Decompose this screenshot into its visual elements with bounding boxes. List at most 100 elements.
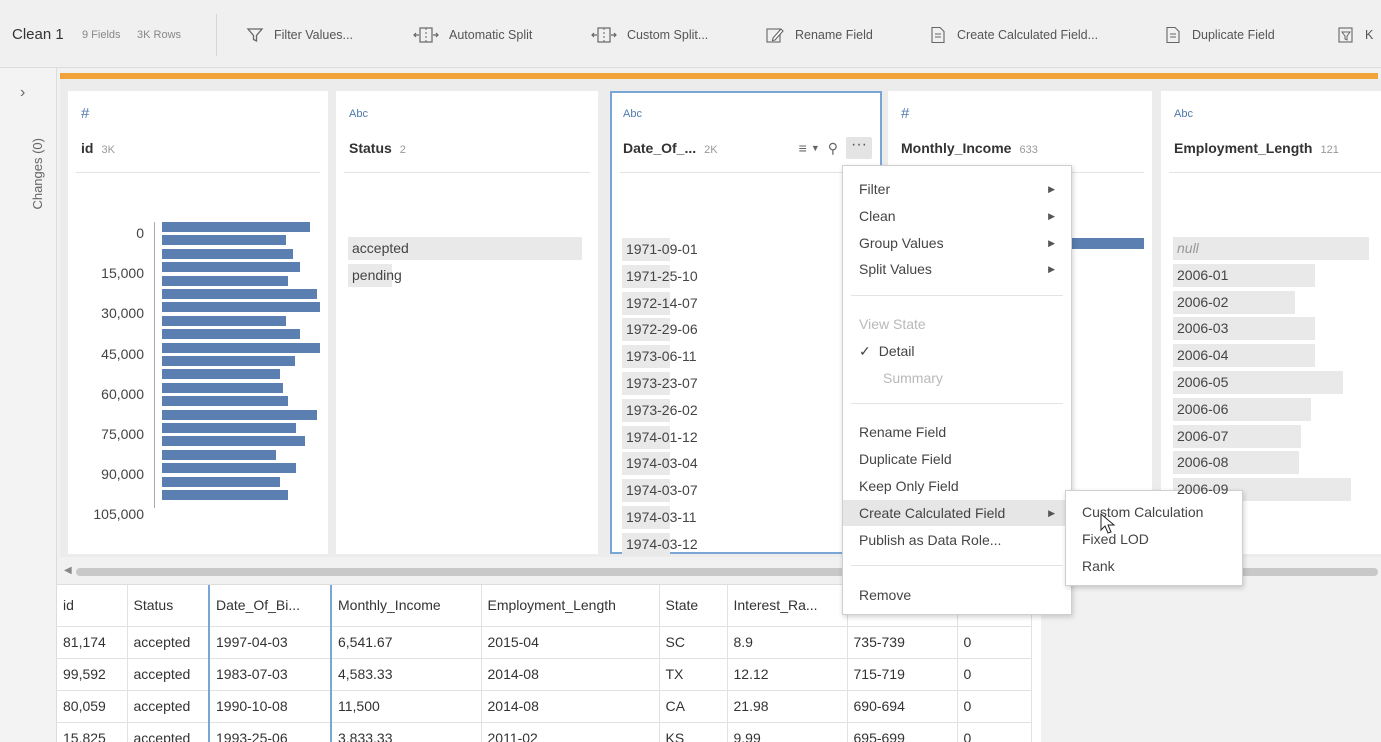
value-row[interactable]: 2006-03 (1173, 317, 1381, 341)
value-row[interactable]: pending (348, 263, 568, 287)
grid-cell[interactable]: accepted (127, 690, 210, 723)
value-row[interactable]: 1974-03-12 (622, 532, 842, 556)
histogram-bar[interactable] (162, 262, 300, 273)
more-options-button[interactable]: ··· (846, 137, 872, 159)
value-row[interactable]: 2006-02 (1173, 290, 1381, 314)
grid-cell[interactable]: 2014-08 (481, 658, 660, 691)
sort-icon[interactable]: ≡ (799, 140, 807, 156)
value-row[interactable]: null (1173, 237, 1381, 260)
menu-duplicate-field[interactable]: Duplicate Field (843, 446, 1071, 472)
grid-cell[interactable]: 690-694 (847, 690, 958, 723)
grid-cell[interactable]: 0 (957, 658, 1032, 691)
custom-split-button[interactable]: Custom Split... (591, 22, 708, 48)
card-field-name[interactable]: Status 2 (349, 140, 406, 156)
grid-cell[interactable]: 2011-02 (481, 722, 660, 742)
grid-cell[interactable]: SC (659, 626, 728, 659)
value-row[interactable]: 1973-23-07 (622, 372, 842, 395)
profile-card-status[interactable]: Abc Status 2 accepted pending (336, 91, 598, 554)
grid-cell[interactable]: 11,500 (331, 690, 482, 723)
grid-cell[interactable]: 80,059 (57, 690, 128, 723)
grid-cell[interactable]: 0 (957, 722, 1032, 742)
grid-cell[interactable]: 715-719 (847, 658, 958, 691)
histogram-bar[interactable] (162, 382, 283, 393)
card-field-name[interactable]: Date_Of_... 2K (623, 140, 718, 156)
grid-cell[interactable]: accepted (127, 658, 210, 691)
card-field-name[interactable]: Employment_Length 121 (1174, 140, 1339, 156)
histogram-bar[interactable] (162, 302, 320, 313)
histogram-bar[interactable] (162, 235, 287, 246)
value-row[interactable]: 1971-25-10 (622, 264, 842, 288)
scroll-left-icon[interactable]: ◀ (64, 565, 72, 576)
card-field-name[interactable]: Monthly_Income 633 (901, 140, 1038, 156)
expand-chevron-icon[interactable]: › (20, 84, 25, 102)
histogram-bar[interactable] (162, 329, 300, 340)
grid-cell[interactable]: 2015-04 (481, 626, 660, 659)
histogram-bar[interactable] (162, 248, 294, 259)
profile-card-employment-length[interactable]: Abc Employment_Length 121 null 2006-01 2006… (1161, 91, 1381, 554)
histogram-bar[interactable] (162, 356, 295, 366)
grid-cell[interactable]: 735-739 (847, 626, 958, 659)
histogram-bar[interactable] (162, 222, 310, 232)
value-row[interactable]: 1973-06-11 (622, 345, 842, 369)
histogram-bar[interactable] (162, 436, 305, 447)
grid-cell[interactable]: 9.99 (727, 722, 848, 742)
grid-cell[interactable]: 6,541.67 (331, 626, 482, 659)
grid-cell[interactable]: accepted (127, 722, 210, 742)
menu-remove[interactable]: Remove (843, 582, 1071, 608)
menu-rename-field[interactable]: Rename Field (843, 419, 1071, 445)
value-row[interactable]: 2006-07 (1173, 424, 1381, 448)
value-row[interactable]: 1971-09-01 (622, 238, 842, 261)
grid-cell[interactable]: 0 (957, 626, 1032, 659)
filter-values-button[interactable]: Filter Values... (246, 22, 353, 48)
changes-label[interactable]: Changes (0) (30, 138, 45, 210)
grid-cell[interactable]: KS (659, 722, 728, 742)
value-row[interactable]: 1973-26-02 (622, 398, 842, 422)
histogram-bar[interactable] (162, 289, 317, 299)
grid-cell[interactable]: 0 (957, 690, 1032, 723)
grid-header-cell[interactable]: Status (127, 585, 210, 627)
menu-keep-only-field[interactable]: Keep Only Field (843, 473, 1071, 499)
grid-cell[interactable]: 21.98 (727, 690, 848, 723)
value-row[interactable]: 2006-06 (1173, 397, 1381, 421)
menu-view-detail[interactable]: ✓ Detail (843, 338, 1071, 364)
grid-cell[interactable]: 1990-10-08 (208, 690, 332, 723)
histogram-bar[interactable] (162, 315, 287, 326)
profile-card-id[interactable]: # id 3K 0 15,000 30,000 45,000 60,000 75,000 90… (68, 91, 328, 554)
table-row[interactable]: 15,825 accepted 1993-25-06 3,833.33 2011-02 K… (57, 722, 1032, 742)
histogram-bar[interactable] (162, 396, 288, 407)
menu-group-values[interactable]: Group Values ▶ (843, 230, 1071, 256)
histogram-bar[interactable] (162, 463, 297, 474)
histogram-bar[interactable] (162, 275, 288, 286)
grid-header-cell[interactable]: id (57, 585, 128, 627)
grid-header-cell[interactable]: Employment_Length (481, 585, 660, 627)
histogram-bar[interactable] (162, 490, 288, 500)
menu-view-summary[interactable]: Summary (843, 365, 1071, 391)
menu-split-values[interactable]: Split Values ▶ (843, 256, 1071, 282)
grid-cell[interactable]: 8.9 (727, 626, 848, 659)
histogram-bar[interactable] (162, 423, 297, 433)
grid-header-cell[interactable]: Interest_Ra... (727, 585, 848, 627)
histogram-bar[interactable] (162, 476, 280, 487)
keep-only-field-button[interactable]: K (1337, 22, 1373, 48)
grid-cell[interactable]: 81,174 (57, 626, 128, 659)
grid-cell[interactable]: 2014-08 (481, 690, 660, 723)
grid-cell[interactable]: accepted (127, 626, 210, 659)
search-icon[interactable]: ⚲ (828, 140, 838, 157)
submenu-rank[interactable]: Rank (1066, 553, 1242, 579)
value-row[interactable]: 1974-03-04 (622, 452, 842, 476)
grid-cell[interactable]: 4,583.33 (331, 658, 482, 691)
income-histogram-bar[interactable] (1068, 238, 1144, 249)
submenu-fixed-lod[interactable]: Fixed LOD (1066, 526, 1242, 552)
value-row[interactable]: 2006-01 (1173, 263, 1381, 287)
value-row[interactable]: 2006-05 (1173, 371, 1381, 394)
grid-header-cell[interactable]: State (659, 585, 728, 627)
card-field-name[interactable]: id 3K (81, 140, 115, 156)
grid-cell[interactable]: 1983-07-03 (208, 658, 332, 691)
histogram-bar[interactable] (162, 342, 320, 353)
table-row[interactable]: 99,592 accepted 1983-07-03 4,583.33 2014-08 T… (57, 658, 1032, 691)
histogram-bar[interactable] (162, 409, 317, 420)
grid-cell[interactable]: TX (659, 658, 728, 691)
submenu-custom-calculation[interactable]: Custom Calculation (1066, 499, 1242, 525)
table-row[interactable]: 80,059 accepted 1990-10-08 11,500 2014-08 CA 2… (57, 690, 1032, 723)
menu-clean[interactable]: Clean ▶ (843, 203, 1071, 229)
